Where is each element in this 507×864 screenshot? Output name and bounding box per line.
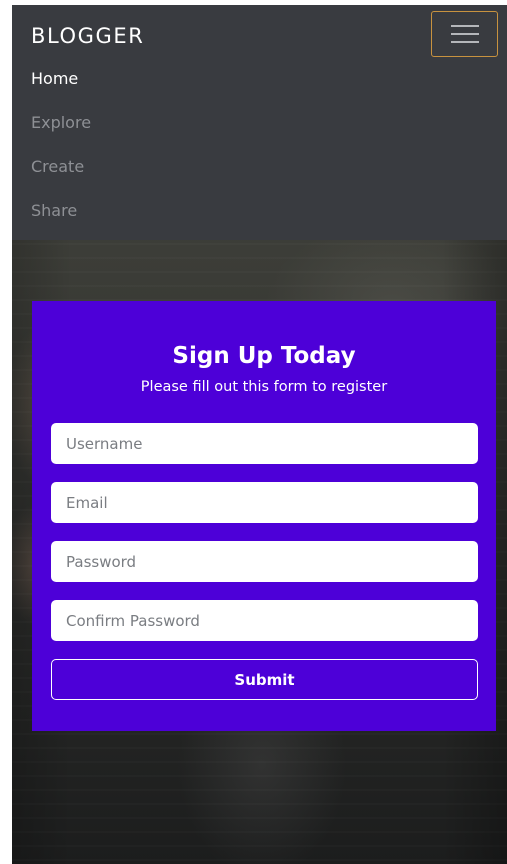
signup-subtitle: Please fill out this form to register — [140, 379, 388, 395]
nav-link-explore[interactable]: Explore — [31, 111, 91, 155]
nav-link-home[interactable]: Home — [31, 67, 91, 111]
confirm-password-input[interactable] — [51, 600, 478, 641]
email-input[interactable] — [51, 482, 478, 523]
brand-logo[interactable]: BLOGGER — [31, 24, 145, 48]
username-input[interactable] — [51, 423, 478, 464]
nav-link-share[interactable]: Share — [31, 199, 91, 243]
submit-button[interactable]: Submit — [51, 659, 478, 700]
page-viewport: BLOGGER Home Explore Create Share Sign U… — [12, 5, 507, 864]
signup-card: Sign Up Today Please fill out this form … — [32, 301, 496, 731]
nav-menu: Home Explore Create Share — [31, 67, 91, 243]
nav-link-create[interactable]: Create — [31, 155, 91, 199]
navbar-toggler-button[interactable] — [431, 11, 498, 57]
signup-title: Sign Up Today — [172, 343, 356, 369]
navbar: BLOGGER Home Explore Create Share — [12, 5, 507, 240]
password-input[interactable] — [51, 541, 478, 582]
hamburger-menu-icon — [451, 25, 479, 44]
